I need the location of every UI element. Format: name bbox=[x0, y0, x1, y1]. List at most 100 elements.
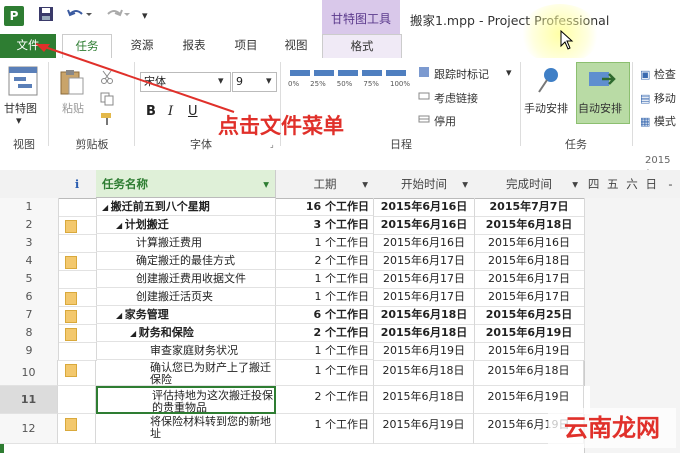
collapse-triangle-icon[interactable]: ◢ bbox=[116, 311, 125, 320]
task-name-cell[interactable]: 将保险材料转到您的新地址 bbox=[96, 414, 276, 444]
row-number[interactable]: 9 bbox=[0, 342, 59, 361]
row-number[interactable]: 8 bbox=[0, 324, 59, 343]
row-number[interactable]: 10 bbox=[0, 360, 58, 386]
row-number[interactable]: 2 bbox=[0, 216, 59, 235]
indicator-cell[interactable] bbox=[58, 270, 97, 289]
finish-cell[interactable]: 2015年6月25日 bbox=[474, 306, 585, 325]
column-header-start[interactable]: 开始时间 ▾ bbox=[374, 170, 475, 199]
row-number[interactable]: 12 bbox=[0, 414, 58, 444]
start-cell[interactable]: 2015年6月18日 bbox=[374, 324, 475, 343]
finish-cell[interactable]: 2015年6月18日 bbox=[474, 360, 584, 386]
start-cell[interactable]: 2015年6月17日 bbox=[374, 270, 475, 289]
info-icon[interactable]: ℹ bbox=[58, 170, 97, 199]
chevron-down-icon[interactable]: ▾ bbox=[362, 170, 368, 198]
table-row[interactable]: 3 计算搬迁费用 1 个工作日 2015年6月16日 2015年6月16日 bbox=[0, 234, 590, 253]
chevron-down-icon[interactable]: ▾ bbox=[263, 170, 269, 198]
column-header-duration[interactable]: 工期 ▾ bbox=[276, 170, 375, 199]
task-name-cell[interactable]: ◢ 家务管理 bbox=[96, 306, 276, 324]
collapse-triangle-icon[interactable]: ◢ bbox=[102, 203, 111, 212]
table-row[interactable]: 6 创建搬迁活页夹 1 个工作日 2015年6月17日 2015年6月17日 bbox=[0, 288, 590, 307]
finish-cell[interactable]: 2015年6月17日 bbox=[474, 288, 585, 307]
chevron-down-icon[interactable]: ▾ bbox=[572, 170, 578, 198]
finish-cell[interactable]: 2015年6月16日 bbox=[474, 234, 585, 253]
select-all-corner[interactable] bbox=[0, 170, 59, 199]
table-row[interactable]: 11 评估持地为这次搬迁投保的贵重物品 2 个工作日 2015年6月18日 2015年6… bbox=[0, 386, 590, 414]
indicator-cell[interactable] bbox=[58, 234, 97, 253]
duration-cell[interactable]: 1 个工作日 bbox=[276, 270, 374, 288]
column-header-finish[interactable]: 完成时间 ▾ bbox=[474, 170, 585, 199]
duration-cell[interactable]: 2 个工作日 bbox=[276, 252, 374, 270]
table-row[interactable]: 5 创建搬迁费用收据文件 1 个工作日 2015年6月17日 2015年6月17日 bbox=[0, 270, 590, 289]
start-cell[interactable]: 2015年6月16日 bbox=[374, 198, 475, 217]
duration-cell[interactable]: 1 个工作日 bbox=[276, 234, 374, 252]
task-name-cell[interactable]: 确定搬迁的最佳方式 bbox=[96, 252, 276, 270]
table-row[interactable]: 8 ◢ 财务和保险 2 个工作日 2015年6月18日 2015年6月19日 bbox=[0, 324, 590, 343]
note-icon[interactable] bbox=[65, 418, 77, 431]
table-row[interactable]: 9 审查家庭财务状况 1 个工作日 2015年6月19日 2015年6月19日 bbox=[0, 342, 590, 361]
table-row[interactable]: 10 确认您已为财产上了搬迁保险 1 个工作日 2015年6月18日 2015年6月18… bbox=[0, 360, 590, 386]
finish-cell[interactable]: 2015年6月18日 bbox=[474, 216, 585, 235]
task-name-cell[interactable]: 确认您已为财产上了搬迁保险 bbox=[96, 360, 276, 386]
indicator-cell[interactable] bbox=[58, 386, 96, 414]
duration-cell[interactable]: 6 个工作日 bbox=[276, 306, 374, 324]
row-number[interactable]: 3 bbox=[0, 234, 59, 253]
task-name-cell[interactable]: ◢ 搬迁前五到八个星期 bbox=[96, 198, 276, 216]
indicator-cell[interactable] bbox=[58, 306, 97, 325]
finish-cell[interactable]: 2015年6月18日 bbox=[474, 252, 585, 271]
indicator-cell[interactable] bbox=[58, 414, 96, 444]
collapse-triangle-icon[interactable]: ◢ bbox=[130, 329, 139, 338]
collapse-triangle-icon[interactable]: ◢ bbox=[116, 221, 125, 230]
task-name-cell[interactable]: 计算搬迁费用 bbox=[96, 234, 276, 252]
note-icon[interactable] bbox=[65, 220, 77, 233]
start-cell[interactable]: 2015年6月19日 bbox=[374, 342, 475, 361]
note-icon[interactable] bbox=[65, 310, 77, 323]
note-icon[interactable] bbox=[65, 364, 77, 377]
duration-cell[interactable]: 1 个工作日 bbox=[276, 414, 374, 444]
task-name-cell[interactable]: 创建搬迁费用收据文件 bbox=[96, 270, 276, 288]
indicator-cell[interactable] bbox=[58, 342, 97, 361]
indicator-cell[interactable] bbox=[58, 198, 97, 217]
row-number[interactable]: 6 bbox=[0, 288, 59, 307]
indicator-cell[interactable] bbox=[58, 252, 97, 271]
finish-cell[interactable]: 2015年6月19日 bbox=[474, 324, 585, 343]
start-cell[interactable]: 2015年6月17日 bbox=[374, 252, 475, 271]
indicator-cell[interactable] bbox=[58, 324, 97, 343]
note-icon[interactable] bbox=[65, 292, 77, 305]
table-row[interactable]: 1 ◢ 搬迁前五到八个星期 16 个工作日 2015年6月16日 2015年7月7日 bbox=[0, 198, 590, 217]
start-cell[interactable]: 2015年6月16日 bbox=[374, 234, 475, 253]
note-icon[interactable] bbox=[65, 256, 77, 269]
row-number[interactable]: 7 bbox=[0, 306, 59, 325]
table-row[interactable]: 2 ◢ 计划搬迁 3 个工作日 2015年6月16日 2015年6月18日 bbox=[0, 216, 590, 235]
indicator-cell[interactable] bbox=[58, 216, 97, 235]
duration-cell[interactable]: 1 个工作日 bbox=[276, 288, 374, 306]
task-name-cell[interactable]: ◢ 财务和保险 bbox=[96, 324, 276, 342]
task-name-cell[interactable]: ◢ 计划搬迁 bbox=[96, 216, 276, 234]
note-icon[interactable] bbox=[65, 328, 77, 341]
start-cell[interactable]: 2015年6月18日 bbox=[374, 386, 474, 414]
row-number[interactable]: 11 bbox=[0, 386, 58, 414]
row-number[interactable]: 4 bbox=[0, 252, 59, 271]
table-row[interactable]: 12 将保险材料转到您的新地址 1 个工作日 2015年6月19日 2015年6月19日 bbox=[0, 414, 590, 444]
indicator-cell[interactable] bbox=[58, 288, 97, 307]
finish-cell[interactable]: 2015年6月19日 bbox=[474, 342, 585, 361]
duration-cell[interactable]: 2 个工作日 bbox=[276, 386, 374, 414]
finish-cell[interactable]: 2015年6月17日 bbox=[474, 270, 585, 289]
duration-cell[interactable]: 2 个工作日 bbox=[276, 324, 374, 342]
start-cell[interactable]: 2015年6月19日 bbox=[374, 414, 474, 444]
duration-cell[interactable]: 16 个工作日 bbox=[276, 198, 374, 216]
indicator-cell[interactable] bbox=[58, 360, 96, 386]
table-row[interactable]: 4 确定搬迁的最佳方式 2 个工作日 2015年6月17日 2015年6月18日 bbox=[0, 252, 590, 271]
table-row[interactable]: 7 ◢ 家务管理 6 个工作日 2015年6月18日 2015年6月25日 bbox=[0, 306, 590, 325]
finish-cell[interactable]: 2015年7月7日 bbox=[474, 198, 585, 217]
row-number[interactable]: 5 bbox=[0, 270, 59, 289]
chevron-down-icon[interactable]: ▾ bbox=[462, 170, 468, 198]
start-cell[interactable]: 2015年6月18日 bbox=[374, 306, 475, 325]
duration-cell[interactable]: 1 个工作日 bbox=[276, 342, 374, 360]
duration-cell[interactable]: 3 个工作日 bbox=[276, 216, 374, 234]
start-cell[interactable]: 2015年6月18日 bbox=[374, 360, 474, 386]
task-name-cell[interactable]: 创建搬迁活页夹 bbox=[96, 288, 276, 306]
duration-cell[interactable]: 1 个工作日 bbox=[276, 360, 374, 386]
column-header-name[interactable]: 任务名称 ▾ bbox=[96, 170, 276, 198]
start-cell[interactable]: 2015年6月17日 bbox=[374, 288, 475, 307]
start-cell[interactable]: 2015年6月16日 bbox=[374, 216, 475, 235]
